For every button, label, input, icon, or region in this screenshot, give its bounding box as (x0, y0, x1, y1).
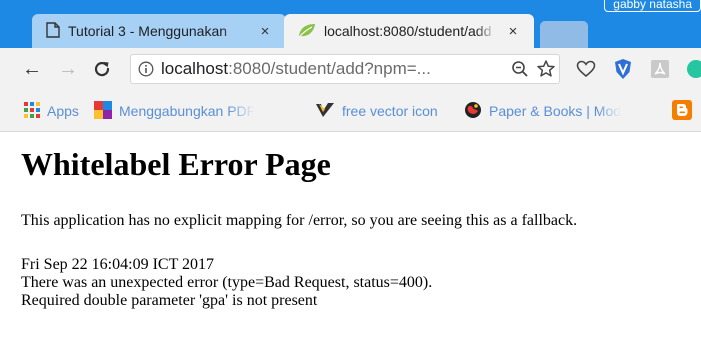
tab-strip: gabby natasha Tutorial 3 - Menggunakan ×… (0, 0, 701, 48)
pdf-icon[interactable] (648, 57, 672, 81)
bookmark-apps[interactable]: Apps (24, 90, 79, 132)
bookmark-label: Menggabungkan PDF (119, 103, 256, 119)
apps-grid-icon (24, 101, 40, 121)
bookmark-merge-pdf[interactable]: Menggabungkan PDF (94, 90, 294, 132)
blogger-icon (672, 99, 692, 123)
tab-title: localhost:8080/student/add (324, 23, 492, 39)
bookmark-free-vector-icon[interactable]: free vector icon (315, 90, 438, 132)
vector-check-icon (315, 102, 335, 121)
error-message: There was an unexpected error (type=Bad … (21, 274, 433, 291)
bookmarks-bar: Apps Menggabungkan PDF free vector icon … (0, 90, 701, 132)
back-button[interactable]: ← (18, 55, 46, 83)
close-tab-button[interactable]: × (504, 22, 522, 40)
error-details: Fri Sep 22 16:04:09 ICT 2017 There was a… (21, 256, 432, 310)
reload-button[interactable] (88, 55, 116, 83)
zoom-icon[interactable] (507, 56, 533, 82)
colorful-squares-icon (94, 100, 112, 122)
page-content: Whitelabel Error Page This application h… (0, 132, 701, 343)
url-host: localhost (161, 59, 229, 78)
avatar-icon[interactable] (684, 57, 701, 81)
tab-tutorial[interactable]: Tutorial 3 - Menggunakan × (32, 14, 286, 48)
new-tab-button[interactable] (540, 21, 588, 48)
browser-toolbar: ← → localhost:8080/student/add?npm=... (0, 48, 701, 90)
error-timestamp: Fri Sep 22 16:04:09 ICT 2017 (21, 256, 215, 273)
forward-button[interactable]: → (54, 55, 82, 83)
spring-leaf-icon (298, 22, 316, 41)
bookmark-label: Paper & Books | Mod (489, 103, 622, 119)
url-path: :8080/student/add?npm=... (228, 59, 431, 78)
tab-title: Tutorial 3 - Menggunakan (68, 23, 228, 39)
url-text[interactable]: localhost:8080/student/add?npm=... (161, 59, 507, 79)
tab-localhost[interactable]: localhost:8080/student/add × (284, 14, 534, 48)
browser-window: gabby natasha Tutorial 3 - Menggunakan ×… (0, 0, 701, 343)
close-tab-button[interactable]: × (256, 22, 274, 40)
heart-icon[interactable] (574, 57, 598, 81)
bookmark-blogger[interactable] (672, 90, 692, 132)
error-description: This application has no explicit mapping… (21, 212, 578, 229)
shield-icon[interactable] (611, 57, 635, 81)
address-bar[interactable]: localhost:8080/student/add?npm=... (130, 54, 560, 84)
reload-icon (94, 62, 110, 77)
bookmark-label: Apps (47, 103, 79, 119)
info-icon[interactable] (137, 60, 155, 78)
star-icon[interactable] (533, 56, 559, 82)
error-detail-message: Required double parameter 'gpa' is not p… (21, 292, 318, 309)
page-title: Whitelabel Error Page (21, 146, 331, 182)
profile-button[interactable]: gabby natasha (604, 0, 701, 12)
bookmark-paper-books[interactable]: Paper & Books | Mod (464, 90, 666, 132)
bookmark-label: free vector icon (342, 103, 438, 119)
globe-icon (464, 101, 482, 122)
document-icon (46, 21, 60, 41)
